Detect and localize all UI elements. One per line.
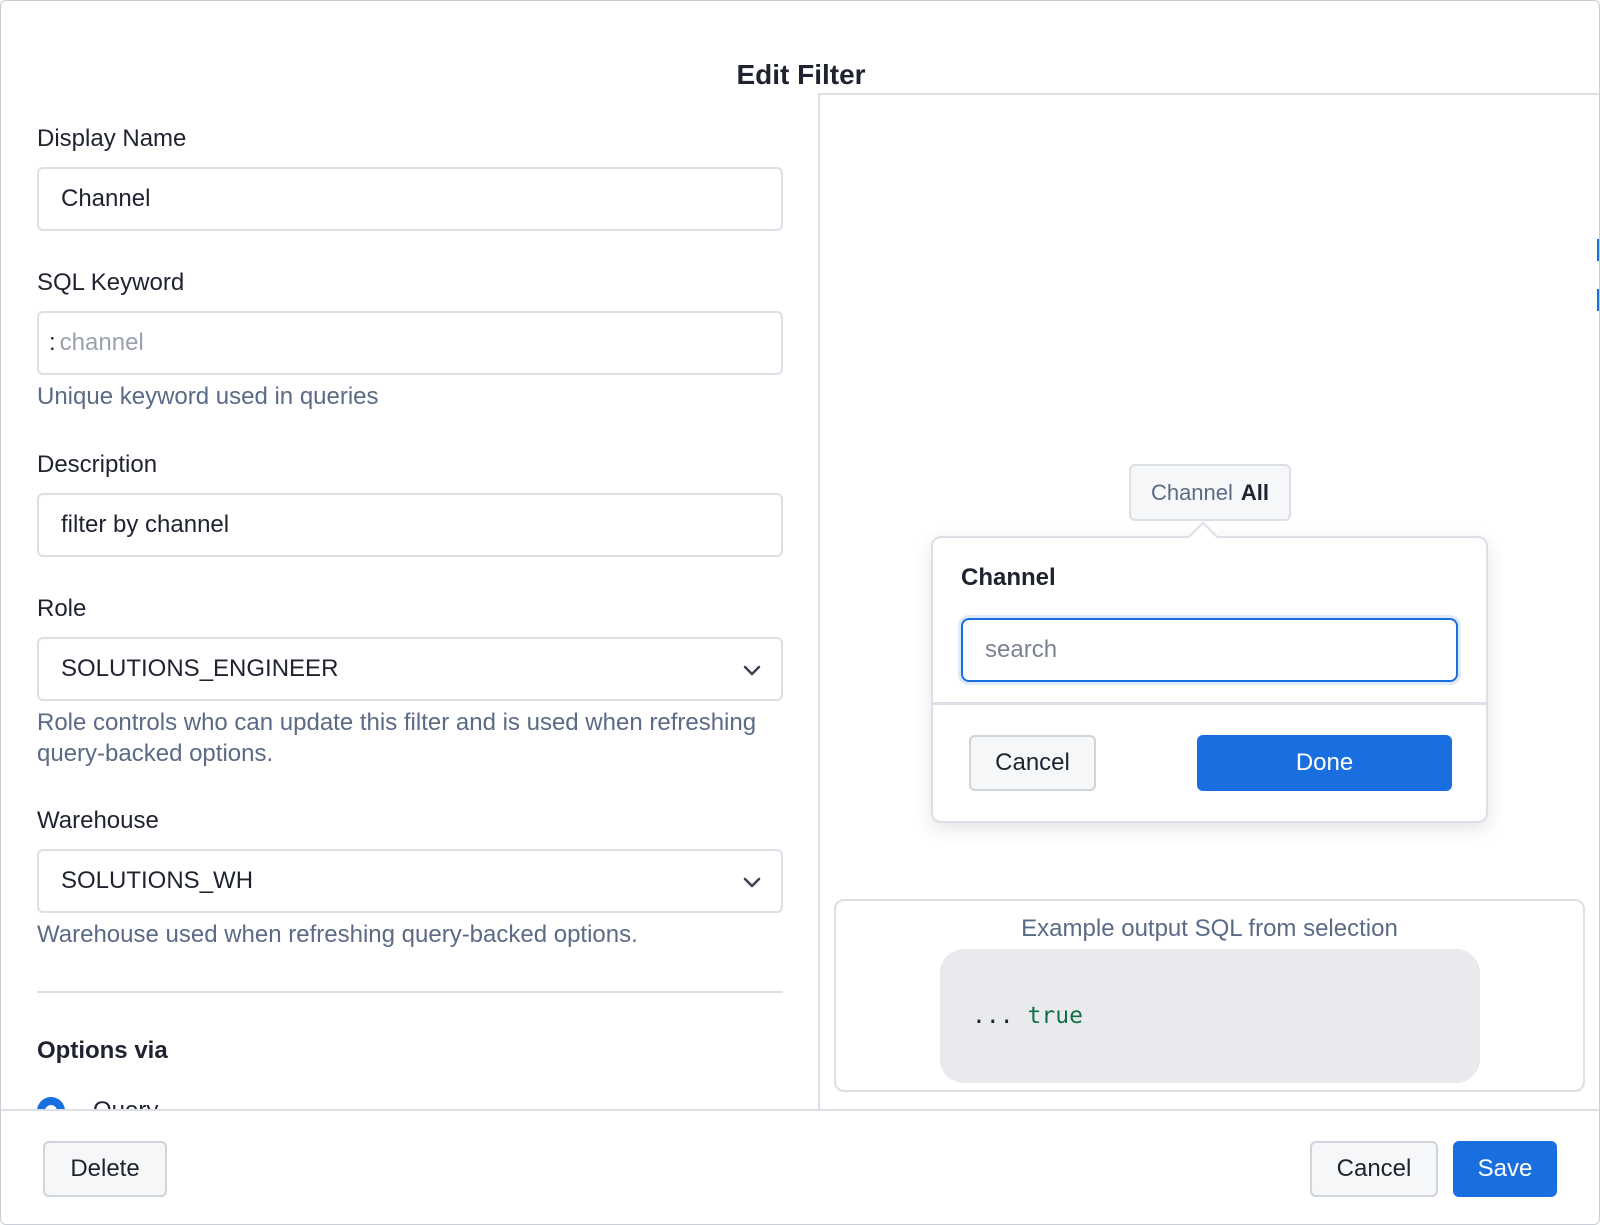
warehouse-label: Warehouse <box>37 807 159 834</box>
cancel-button[interactable]: Cancel <box>1310 1141 1438 1197</box>
warehouse-help: Warehouse used when refreshing query-bac… <box>37 921 638 948</box>
sql-keyword-help: Unique keyword used in queries <box>37 383 379 410</box>
form-divider <box>37 991 783 993</box>
role-select[interactable]: SOLUTIONS_ENGINEER <box>37 637 783 701</box>
save-button[interactable]: Save <box>1453 1141 1557 1197</box>
popover-cancel-button[interactable]: Cancel <box>969 735 1096 791</box>
chevron-down-icon <box>743 877 761 888</box>
filter-chip-key: Channel <box>1150 479 1233 505</box>
options-via-title: Options via <box>37 1037 168 1064</box>
role-label: Role <box>37 595 87 622</box>
filter-chip-value: All <box>1240 479 1270 505</box>
filter-popover: Channel search Cancel Done <box>931 521 1488 823</box>
sql-keyword-placeholder: channel <box>59 329 144 356</box>
warehouse-value: SOLUTIONS_WH <box>61 867 254 894</box>
dialog-footer: Delete Cancel Save <box>1 1109 1599 1224</box>
display-name-label: Display Name <box>37 125 187 152</box>
display-name-value: Channel <box>61 185 151 212</box>
sql-keyword-prefix: : <box>49 329 56 356</box>
sql-code-keyword: true <box>1027 1003 1083 1029</box>
description-input[interactable]: filter by channel <box>37 493 783 557</box>
sql-example-title: Example output SQL from selection <box>1021 915 1398 942</box>
description-value: filter by channel <box>61 511 230 538</box>
delete-button[interactable]: Delete <box>43 1141 167 1197</box>
sql-example-box: Example output SQL from selection ... tr… <box>834 899 1585 1092</box>
sql-keyword-input[interactable]: : channel <box>37 311 783 375</box>
role-help: Role controls who can update this filter… <box>37 709 757 767</box>
popover-done-button[interactable]: Done <box>1197 735 1452 791</box>
sql-code-block: ... true <box>940 949 1480 1083</box>
popover-title: Channel <box>961 564 1056 591</box>
sql-code-prefix: ... <box>972 1003 1014 1029</box>
warehouse-select[interactable]: SOLUTIONS_WH <box>37 849 783 913</box>
sql-keyword-label: SQL Keyword <box>37 269 185 296</box>
edit-filter-dialog: Edit Filter Display Name Channel SQL Key… <box>0 0 1600 1225</box>
chevron-down-icon <box>743 665 761 676</box>
role-value: SOLUTIONS_ENGINEER <box>61 655 339 682</box>
dialog-title: Edit Filter <box>736 59 866 90</box>
popover-search-placeholder: search <box>985 636 1058 663</box>
display-name-input[interactable]: Channel <box>37 167 783 231</box>
description-label: Description <box>37 451 158 478</box>
filter-form: Display Name Channel SQL Keyword : chann… <box>37 111 783 1111</box>
filter-chip[interactable]: Channel All <box>1129 464 1291 521</box>
popover-separator <box>933 702 1486 705</box>
popover-search-input[interactable]: search <box>961 618 1458 682</box>
